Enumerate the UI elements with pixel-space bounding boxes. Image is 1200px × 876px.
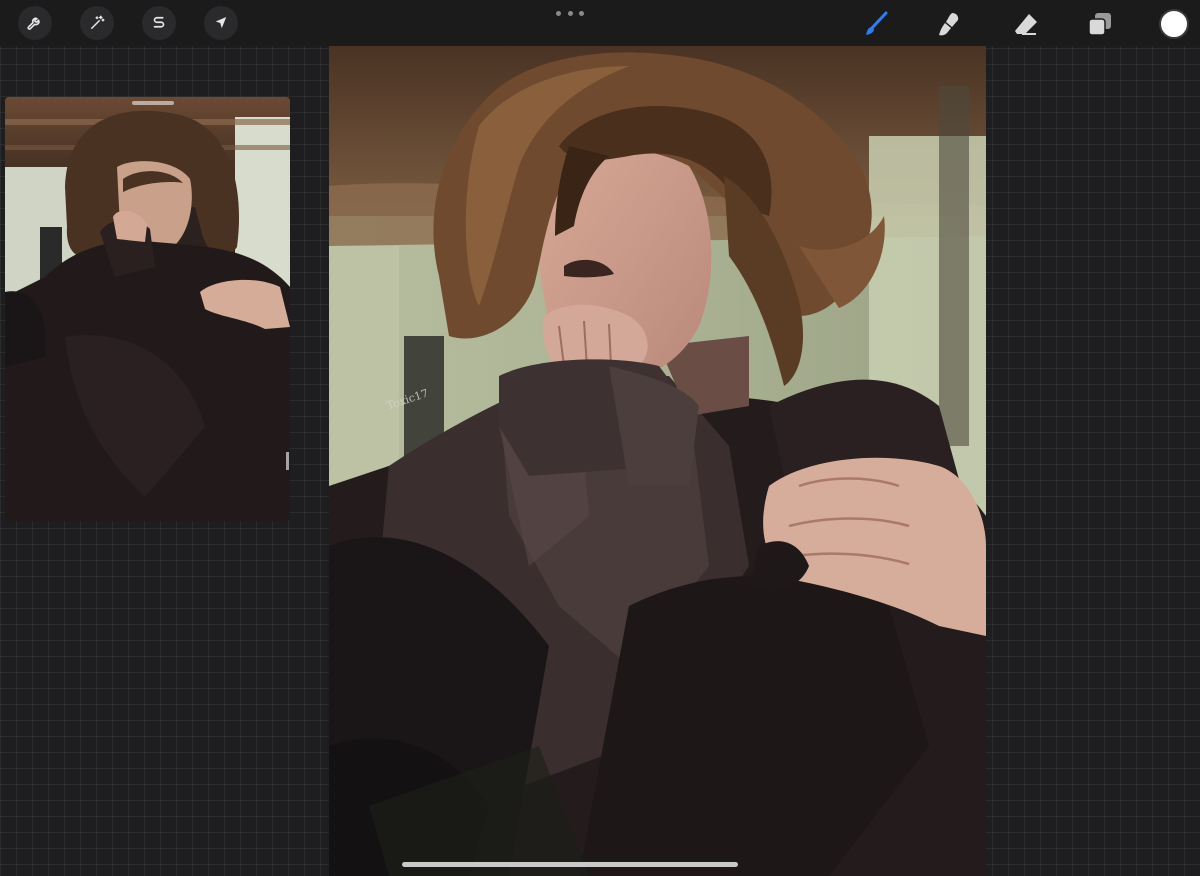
brush-icon[interactable] [860, 8, 892, 40]
reference-photo-window[interactable] [5, 97, 290, 521]
color-swatch[interactable] [1159, 9, 1189, 39]
arrow-cursor-icon[interactable] [204, 6, 238, 40]
magic-wand-icon[interactable] [80, 6, 114, 40]
more-options-icon[interactable] [556, 6, 584, 20]
wrench-icon[interactable] [18, 6, 52, 40]
smudge-icon[interactable] [932, 8, 964, 40]
eraser-icon[interactable] [1010, 8, 1042, 40]
window-drag-handle[interactable] [132, 101, 174, 105]
selection-s-icon[interactable] [142, 6, 176, 40]
home-indicator[interactable] [402, 862, 738, 867]
painting [329, 46, 986, 876]
reference-photo [5, 97, 290, 521]
layers-icon[interactable] [1084, 8, 1116, 40]
drawing-canvas[interactable] [329, 46, 986, 876]
top-toolbar [0, 0, 1200, 46]
